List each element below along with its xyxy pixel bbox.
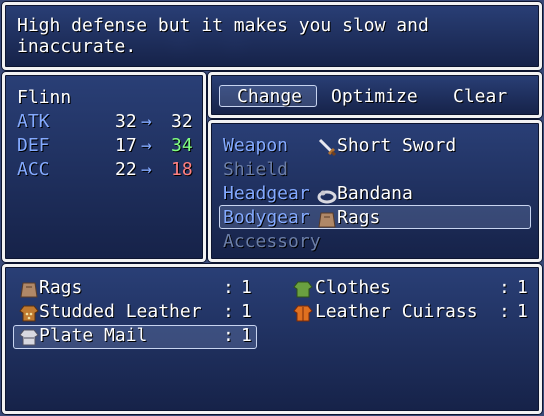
- command-window: Change Optimize Clear: [208, 72, 542, 118]
- bandana-icon: [317, 190, 337, 204]
- help-window: High defense but it makes you slow and i…: [2, 2, 542, 70]
- help-text: High defense but it makes you slow and i…: [17, 15, 429, 57]
- slot-label-accessory[interactable]: Accessory: [223, 231, 321, 252]
- item-name-studded-leather[interactable]: Studded Leather: [39, 301, 202, 322]
- rags-icon: [20, 282, 38, 298]
- slot-label-shield[interactable]: Shield: [223, 159, 288, 180]
- item-qty-plate-mail: 1: [241, 325, 252, 346]
- item-name-rags[interactable]: Rags: [39, 277, 82, 298]
- plate-mail-icon: [19, 329, 39, 346]
- clothes-icon: [293, 281, 313, 298]
- arrow-icon: →: [141, 135, 152, 156]
- stat-label-atk: ATK: [17, 111, 50, 132]
- item-list-window: Rags : 1 Clothes : 1 Studded Leather : 1…: [2, 264, 542, 414]
- item-qty-studded-leather: 1: [241, 301, 252, 322]
- item-name-leather-cuirass[interactable]: Leather Cuirass: [315, 301, 478, 322]
- status-window: Flinn ATK 32 → 32 DEF 17 → 34 ACC 22 → 1…: [2, 72, 206, 262]
- stat-label-def: DEF: [17, 135, 50, 156]
- leather-cuirass-icon: [293, 305, 313, 322]
- stat-next-def: 34: [171, 135, 193, 156]
- slot-item-bodygear: Rags: [337, 207, 381, 228]
- stat-label-acc: ACC: [17, 159, 50, 180]
- command-optimize[interactable]: Optimize: [331, 86, 418, 107]
- slot-label-weapon[interactable]: Weapon: [223, 135, 288, 156]
- slot-label-bodygear[interactable]: Bodygear: [223, 207, 310, 228]
- stat-current-def: 17: [115, 135, 137, 156]
- equip-slot-window: Weapon Short Sword Shield Headgear Banda…: [208, 120, 542, 262]
- item-qty-prefix: :: [499, 277, 510, 298]
- item-qty-leather-cuirass: 1: [517, 301, 528, 322]
- item-qty-prefix: :: [499, 301, 510, 322]
- stat-next-acc: 18: [171, 159, 193, 180]
- slot-label-headgear[interactable]: Headgear: [223, 183, 310, 204]
- studded-leather-icon: [19, 305, 39, 322]
- stat-current-atk: 32: [115, 111, 137, 132]
- slot-item-headgear: Bandana: [337, 183, 413, 204]
- item-name-clothes[interactable]: Clothes: [315, 277, 391, 298]
- item-qty-prefix: :: [223, 277, 234, 298]
- stat-current-acc: 22: [115, 159, 137, 180]
- item-qty-prefix: :: [223, 301, 234, 322]
- command-clear[interactable]: Clear: [453, 86, 507, 107]
- item-qty-prefix: :: [223, 325, 234, 346]
- item-qty-rags: 1: [241, 277, 252, 298]
- item-qty-clothes: 1: [517, 277, 528, 298]
- command-change[interactable]: Change: [237, 86, 302, 107]
- sword-icon: [318, 138, 337, 157]
- slot-item-weapon: Short Sword: [337, 135, 457, 156]
- arrow-icon: →: [141, 111, 152, 132]
- item-name-plate-mail[interactable]: Plate Mail: [39, 325, 147, 346]
- stat-next-atk: 32: [171, 111, 193, 132]
- actor-name: Flinn: [17, 87, 72, 108]
- rags-icon: [318, 212, 336, 228]
- arrow-icon: →: [141, 159, 152, 180]
